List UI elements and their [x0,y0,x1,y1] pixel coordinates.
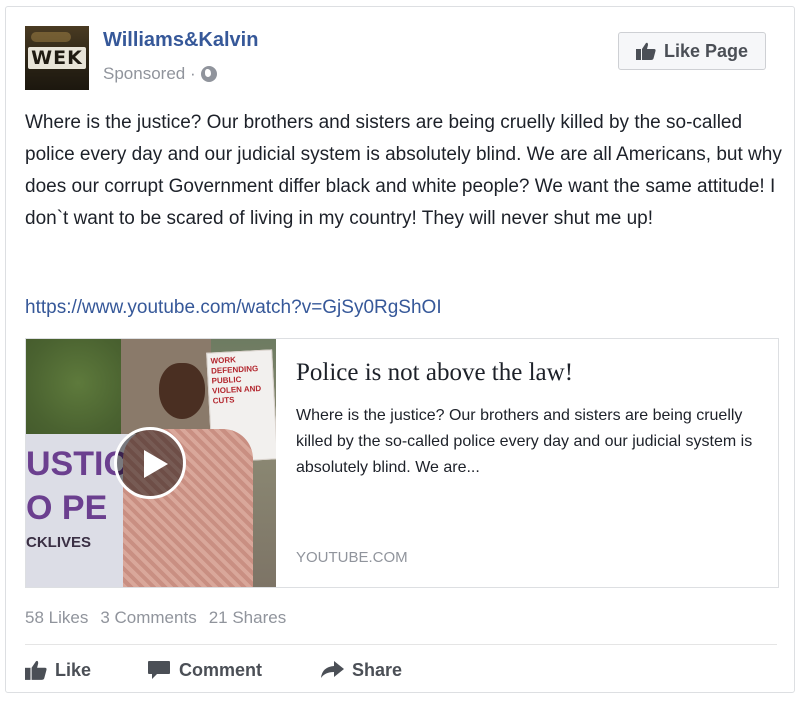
sponsored-label-row: Sponsored · [103,64,217,84]
globe-icon [200,66,217,82]
comment-button[interactable]: Comment [147,657,320,683]
preview-description: Where is the justice? Our brothers and s… [296,407,753,476]
comments-count[interactable]: 3 Comments [100,608,196,628]
post-body-text: Where is the justice? Our brothers and s… [25,112,782,229]
actions-divider [25,644,777,645]
share-button[interactable]: Share [320,657,420,683]
preview-title[interactable]: Police is not above the law! [296,359,766,387]
like-page-button[interactable]: Like Page [618,32,766,70]
page-name-link[interactable]: Williams&Kalvin [103,29,258,52]
logo-shine [31,32,71,42]
preview-domain: YOUTUBE.COM [296,549,408,566]
comment-icon [147,660,171,680]
likes-count[interactable]: 58 Likes [25,608,88,628]
engagement-stats: 58 Likes 3 Comments 21 Shares [25,608,286,628]
video-thumbnail[interactable]: WORK DEFENDING PUBLIC VIOLEN AND CUTS US… [26,339,276,587]
person-head [159,363,205,419]
comment-label: Comment [179,659,263,680]
post-header: WEK Williams&Kalvin Sponsored · Like Pag… [25,24,775,90]
sponsored-post-card: WEK Williams&Kalvin Sponsored · Like Pag… [5,6,795,693]
link-preview[interactable]: WORK DEFENDING PUBLIC VIOLEN AND CUTS US… [25,338,779,588]
share-arrow-icon [320,661,344,679]
share-label: Share [352,659,403,680]
thumbs-up-icon [635,42,656,60]
thumbs-up-icon [25,660,47,680]
shares-count[interactable]: 21 Shares [209,608,287,628]
banner-line-2: O PE [26,489,108,527]
page-avatar[interactable]: WEK [25,26,89,90]
logo-text: WEK [28,47,86,69]
post-actions-bar: Like Comment Share [25,657,420,683]
post-link[interactable]: https://www.youtube.com/watch?v=GjSy0RgS… [25,297,442,319]
like-button[interactable]: Like [25,657,147,683]
play-icon[interactable] [114,427,186,499]
banner-line-3: CKLIVES [26,534,92,551]
like-label: Like [55,659,92,680]
sponsored-label: Sponsored · [103,64,196,83]
like-page-label: Like Page [663,40,749,61]
